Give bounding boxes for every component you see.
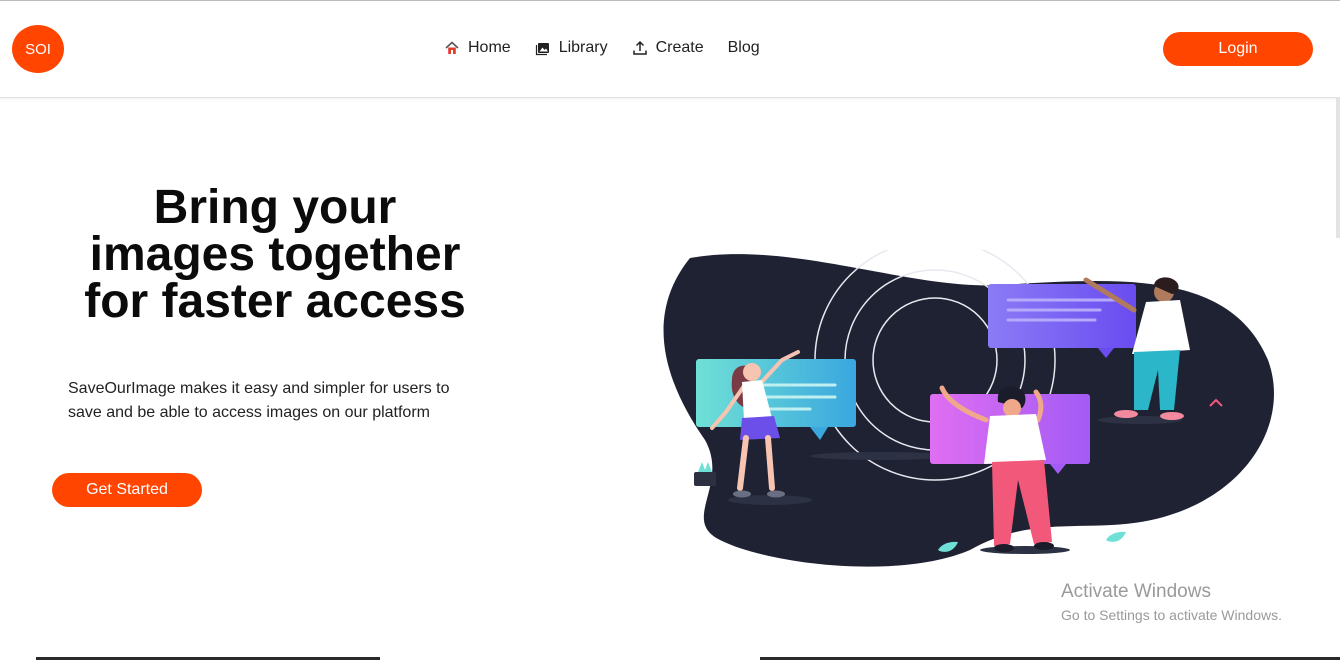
logo[interactable]: SOI (12, 25, 64, 73)
get-started-button[interactable]: Get Started (52, 473, 202, 507)
nav-home-label: Home (468, 39, 511, 56)
hero-illustration (663, 250, 1274, 567)
home-icon (444, 40, 460, 56)
hero-description-line: save and be able to access images on our… (68, 404, 430, 421)
nav-create-link[interactable]: Create (632, 39, 704, 57)
scrollbar[interactable] (1336, 98, 1340, 238)
activate-windows-watermark: Activate Windows Go to Settings to activ… (1061, 581, 1282, 625)
nav-home-link[interactable]: Home (444, 39, 511, 57)
upload-icon (632, 40, 648, 56)
chat-card-purple (988, 284, 1136, 348)
image-icon (535, 40, 551, 56)
nav-create-label: Create (655, 39, 704, 56)
hero-title-line: images together (89, 228, 461, 281)
nav-library-link[interactable]: Library (535, 39, 608, 57)
nav-blog-label: Blog (727, 39, 760, 56)
leaf-decoration (1106, 531, 1126, 542)
watermark-title: Activate Windows (1061, 581, 1211, 602)
navbar: SOI Home Library Create Blog Login (0, 1, 1340, 98)
nav-blog-link[interactable]: Blog (728, 39, 760, 57)
watermark-subtitle: Go to Settings to activate Windows. (1061, 607, 1282, 623)
hero-description: SaveOurImage makes it easy and simpler f… (68, 377, 508, 425)
nav-library-label: Library (558, 39, 608, 56)
hero-description-line: SaveOurImage makes it easy and simpler f… (68, 380, 450, 397)
hero-title: Bring your images together for faster ac… (40, 181, 510, 328)
main-nav: Home Library Create Blog (444, 39, 784, 57)
hero-title-line: for faster access (84, 275, 466, 328)
hero-title-line: Bring your (153, 181, 397, 234)
login-button[interactable]: Login (1163, 32, 1313, 66)
